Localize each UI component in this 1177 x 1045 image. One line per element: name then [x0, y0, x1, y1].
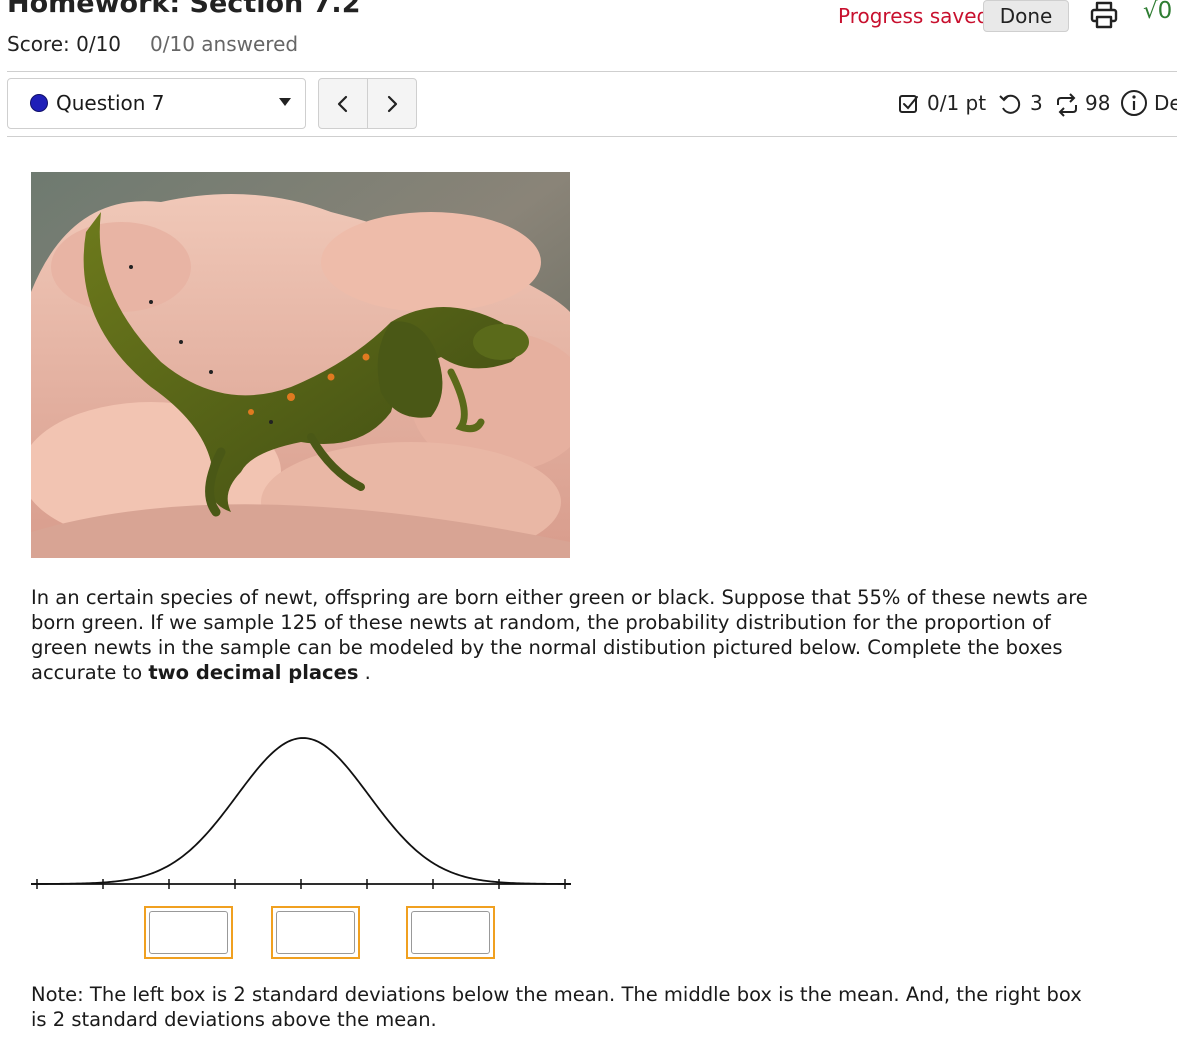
details-link[interactable]: De: [1154, 91, 1177, 115]
prompt-end: .: [358, 661, 371, 684]
answer-input-left[interactable]: [149, 911, 228, 954]
done-button[interactable]: Done: [983, 0, 1069, 32]
attempts-icon: [1057, 93, 1077, 117]
page-title: Homework: Section 7.2: [7, 0, 361, 19]
answer-box-left[interactable]: [144, 906, 233, 959]
question-status-dot: [30, 94, 48, 112]
print-icon[interactable]: [1089, 0, 1119, 30]
next-question-button[interactable]: [367, 78, 417, 129]
newt-photo: [31, 172, 570, 558]
question-select[interactable]: Question 7: [7, 78, 306, 129]
previous-question-button[interactable]: [318, 78, 368, 129]
chevron-right-icon: [387, 95, 398, 112]
math-input-icon[interactable]: √0: [1143, 0, 1172, 24]
answered-count: 0/10 answered: [150, 32, 299, 56]
points-value: 0/1 pt: [927, 91, 987, 115]
caret-down-icon: [279, 98, 291, 106]
chevron-left-icon: [337, 95, 348, 112]
divider: [7, 136, 1177, 137]
score-text: Score: 0/10: [7, 32, 122, 56]
bell-curve: [31, 737, 571, 885]
normal-distribution-curve: [31, 737, 571, 889]
info-icon[interactable]: [1120, 89, 1148, 117]
attempts-count: 98: [1085, 91, 1111, 115]
retry-icon: [999, 94, 1021, 114]
answer-input-middle[interactable]: [276, 911, 355, 954]
question-note: Note: The left box is 2 standard deviati…: [31, 983, 1082, 1031]
question-prompt: In an certain species of newt, offspring…: [31, 585, 1091, 685]
divider: [7, 71, 1177, 72]
answer-input-right[interactable]: [411, 911, 490, 954]
answer-box-middle[interactable]: [271, 906, 360, 959]
progress-status: Progress saved: [838, 4, 990, 28]
prompt-emphasis: two decimal places: [148, 661, 359, 684]
answer-box-right[interactable]: [406, 906, 495, 959]
checkbox-icon: [899, 95, 918, 113]
retries-count: 3: [1030, 91, 1043, 115]
question-select-label: Question 7: [56, 91, 165, 115]
